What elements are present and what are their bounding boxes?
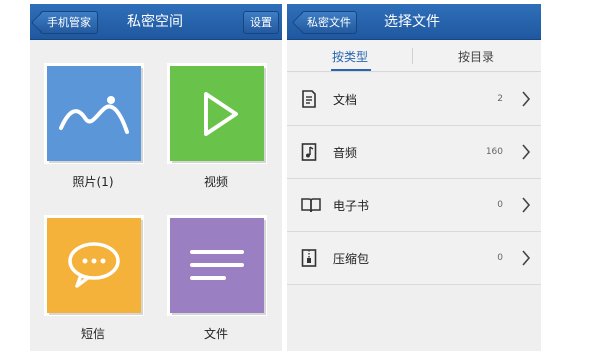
page-title: 选择文件 xyxy=(384,14,440,30)
page-title: 私密空间 xyxy=(127,14,183,30)
list-item-count: 0 xyxy=(497,200,503,210)
back-button-private-files[interactable]: 私密文件 xyxy=(301,11,357,34)
list-item-count: 160 xyxy=(485,147,503,157)
active-tab-indicator xyxy=(331,69,371,71)
sms-tile-label: 短信 xyxy=(80,327,105,341)
photos-tile-label: 照片(1) xyxy=(72,175,114,189)
photo-icon xyxy=(59,96,129,134)
list-item-documents[interactable]: 文档 2 xyxy=(287,73,541,126)
back-button-label: 私密文件 xyxy=(307,16,351,29)
file-type-list: 文档 2 音频 160 电子书 0 压缩包 0 xyxy=(287,73,541,285)
list-item-label: 电子书 xyxy=(333,199,370,213)
tab-divider xyxy=(412,48,413,64)
settings-button[interactable]: 设置 xyxy=(243,11,279,34)
files-tile[interactable] xyxy=(170,218,264,313)
document-icon xyxy=(302,90,316,108)
file-lines-icon xyxy=(190,250,244,280)
chevron-right-icon xyxy=(522,250,531,266)
chevron-right-icon xyxy=(522,91,531,107)
back-button-label: 手机管家 xyxy=(47,16,91,29)
sms-tile[interactable] xyxy=(47,218,141,313)
book-icon xyxy=(301,198,321,213)
select-file-titlebar: 私密文件 选择文件 xyxy=(287,4,541,40)
videos-tile-label: 视频 xyxy=(203,175,228,189)
list-item-audio[interactable]: 音频 160 xyxy=(287,126,541,179)
music-note-icon xyxy=(301,143,317,161)
tab-by-directory[interactable]: 按目录 xyxy=(458,48,494,65)
list-item-count: 0 xyxy=(497,253,503,263)
chevron-right-icon xyxy=(522,144,531,160)
private-space-screen: 手机管家 私密空间 设置 照片(1) 视频 短信 文件 xyxy=(30,4,282,351)
list-item-archives[interactable]: 压缩包 0 xyxy=(287,232,541,285)
list-item-label: 文档 xyxy=(333,93,358,107)
list-item-count: 2 xyxy=(497,94,503,104)
zip-archive-icon xyxy=(301,249,317,267)
tab-by-type[interactable]: 按类型 xyxy=(332,48,368,65)
back-button-phone-manager[interactable]: 手机管家 xyxy=(40,11,98,34)
chat-bubble-icon xyxy=(68,242,120,288)
chevron-right-icon xyxy=(522,197,531,213)
select-file-screen: 私密文件 选择文件 按类型 按目录 文档 2 音频 160 电子书 0 压缩包 … xyxy=(287,4,541,351)
files-tile-label: 文件 xyxy=(203,327,228,341)
list-item-label: 音频 xyxy=(333,146,358,160)
list-item-ebooks[interactable]: 电子书 0 xyxy=(287,179,541,232)
play-icon xyxy=(204,92,238,136)
list-item-label: 压缩包 xyxy=(333,252,370,266)
private-space-titlebar: 手机管家 私密空间 设置 xyxy=(30,4,282,40)
photos-tile[interactable] xyxy=(47,66,141,161)
videos-tile[interactable] xyxy=(170,66,264,161)
tab-bar: 按类型 按目录 xyxy=(287,40,541,72)
